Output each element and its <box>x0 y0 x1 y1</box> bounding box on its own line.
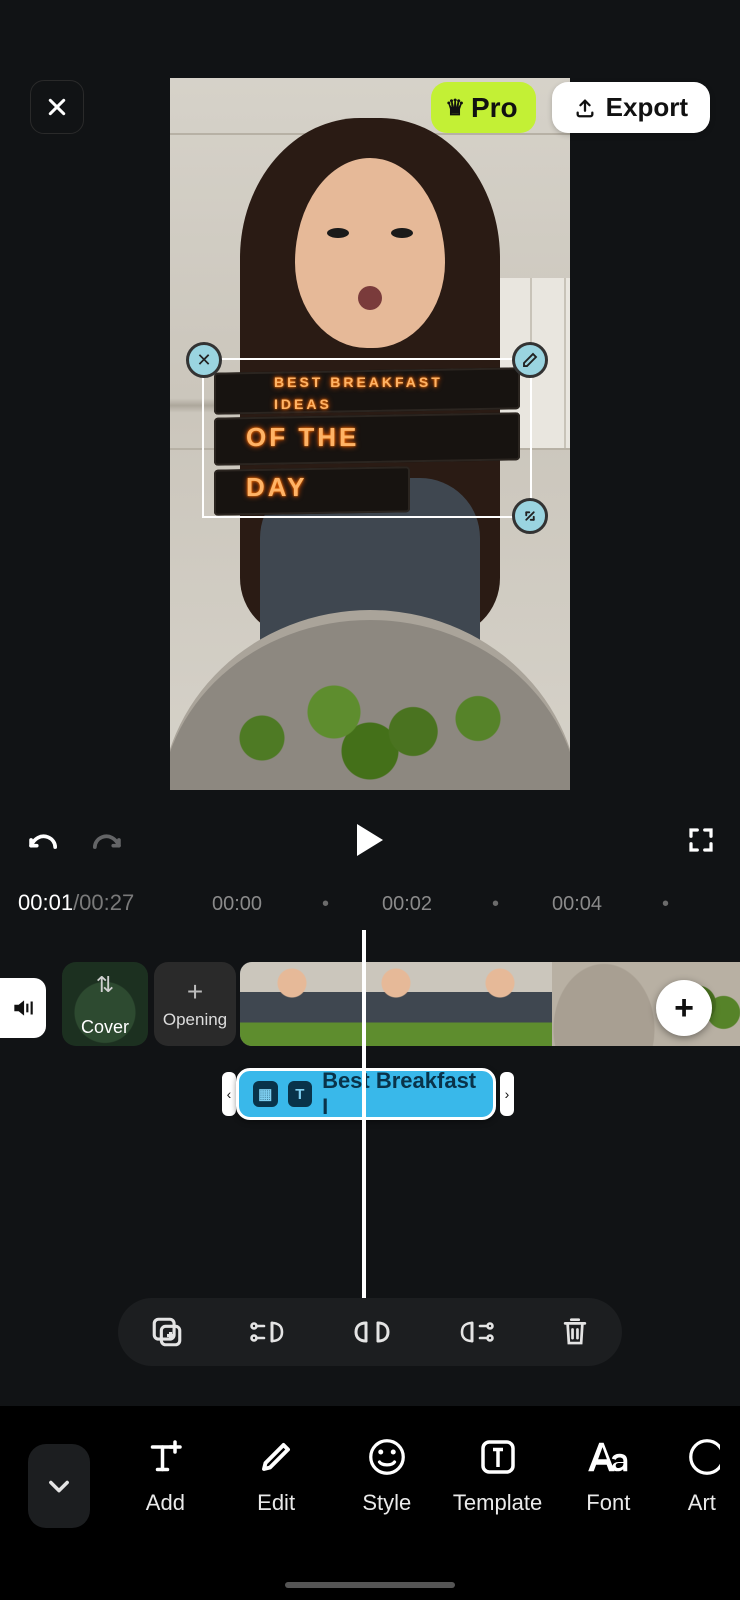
split-right-button[interactable] <box>456 1317 496 1347</box>
delete-button[interactable] <box>560 1316 590 1348</box>
ruler-tick-4: 00:04 <box>552 893 602 916</box>
text-chip-icon: T <box>288 1081 313 1107</box>
overlay-text-line4: DAY <box>246 472 308 503</box>
textbox-resize-handle[interactable] <box>512 498 548 534</box>
tool-edit[interactable]: Edit <box>221 1436 332 1516</box>
edit-icon <box>258 1436 294 1478</box>
export-label: Export <box>606 92 688 123</box>
font-icon <box>586 1436 630 1478</box>
clip-action-bar <box>118 1298 622 1366</box>
tool-add-label: Add <box>146 1490 185 1516</box>
opening-label: Opening <box>163 1010 227 1030</box>
ruler-tick-2: 00:02 <box>382 893 432 916</box>
tool-style[interactable]: Style <box>331 1436 442 1516</box>
close-icon <box>46 96 68 118</box>
cover-card[interactable]: ⇅ Cover <box>62 962 148 1046</box>
overlay-text-line3: OF THE <box>246 422 359 453</box>
tool-style-label: Style <box>362 1490 411 1516</box>
ruler-dot: • <box>492 893 499 916</box>
add-text-icon <box>145 1436 185 1478</box>
collapse-toolbar-button[interactable] <box>28 1444 90 1528</box>
preview-food <box>190 660 550 790</box>
export-button[interactable]: Export <box>552 82 710 133</box>
tool-add[interactable]: Add <box>110 1436 221 1516</box>
template-icon <box>478 1436 518 1478</box>
art-icon <box>684 1436 720 1478</box>
split-button[interactable] <box>352 1317 392 1347</box>
opening-card[interactable]: + Opening <box>154 962 236 1046</box>
clip-thumb[interactable] <box>448 962 552 1046</box>
ruler-dot: • <box>322 893 329 916</box>
timeline[interactable]: ⇅ Cover + Opening + <box>0 962 740 1054</box>
undo-button[interactable] <box>24 825 58 855</box>
split-left-button[interactable] <box>248 1317 288 1347</box>
style-icon <box>367 1436 407 1478</box>
clip-thumb[interactable] <box>552 962 656 1046</box>
duplicate-button[interactable] <box>150 1315 184 1349</box>
crown-icon: ♛ <box>445 97 465 119</box>
tool-font[interactable]: Font <box>553 1436 664 1516</box>
redo-button[interactable] <box>92 825 126 855</box>
ruler-dot: • <box>662 893 669 916</box>
tool-art[interactable]: Art <box>664 1436 740 1516</box>
text-track-clip[interactable]: ▦ T Best Breakfast I <box>236 1068 496 1120</box>
bottom-toolbar: Add Edit Style Template Font <box>0 1406 740 1600</box>
home-indicator <box>285 1582 455 1588</box>
timeline-ruler[interactable]: 00:00 • 00:02 • 00:04 • <box>0 890 740 918</box>
textbox-delete-handle[interactable]: ✕ <box>186 342 222 378</box>
clip-thumb[interactable] <box>240 962 344 1046</box>
text-clip-label: Best Breakfast I <box>322 1068 479 1120</box>
swap-icon: ⇅ <box>96 972 114 998</box>
overlay-text-line2: IDEAS <box>274 396 332 412</box>
pro-badge[interactable]: ♛ Pro <box>431 82 535 133</box>
overlay-text-line1: BEST BREAKFAST <box>274 374 443 390</box>
cover-label: Cover <box>81 1017 129 1038</box>
fullscreen-button[interactable] <box>686 825 716 855</box>
plus-icon: + <box>187 978 203 1006</box>
textbox-edit-handle[interactable] <box>512 342 548 378</box>
pro-label: Pro <box>471 92 518 124</box>
tool-art-label: Art <box>688 1490 716 1516</box>
video-preview[interactable]: BEST BREAKFAST IDEAS OF THE DAY ✕ <box>170 78 570 790</box>
clip-thumb[interactable] <box>344 962 448 1046</box>
text-overlay-box[interactable]: BEST BREAKFAST IDEAS OF THE DAY ✕ <box>202 358 532 518</box>
ruler-tick-0: 00:00 <box>212 893 262 916</box>
add-clip-button[interactable]: + <box>656 980 712 1036</box>
tool-edit-label: Edit <box>257 1490 295 1516</box>
export-icon <box>574 97 596 119</box>
tool-template-label: Template <box>453 1490 542 1516</box>
audio-toggle-button[interactable] <box>0 978 46 1038</box>
text-clip-left-handle[interactable]: ‹ <box>222 1072 236 1116</box>
text-clip-right-handle[interactable]: › <box>500 1072 514 1116</box>
tool-font-label: Font <box>586 1490 630 1516</box>
playhead[interactable] <box>362 930 366 1300</box>
tool-template[interactable]: Template <box>442 1436 553 1516</box>
template-chip-icon: ▦ <box>253 1081 278 1107</box>
play-icon <box>357 824 383 856</box>
play-button[interactable] <box>357 824 383 856</box>
close-button[interactable] <box>30 80 84 134</box>
